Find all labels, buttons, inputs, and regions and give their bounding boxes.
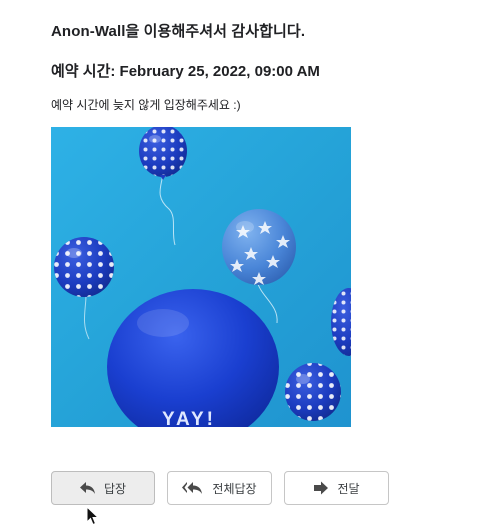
reply-label: 답장	[103, 481, 127, 496]
forward-button[interactable]: 전달	[284, 471, 389, 505]
reply-button[interactable]: 답장	[51, 471, 155, 505]
reply-all-button[interactable]: 전체답장	[167, 471, 272, 505]
reply-all-label: 전체답장	[212, 481, 257, 496]
reservation-time: 예약 시간: February 25, 2022, 09:00 AM	[51, 63, 320, 80]
mouse-pointer-icon	[86, 506, 100, 526]
forward-label: 전달	[337, 481, 360, 496]
thanks-heading: Anon-Wall을 이용해주셔서 감사합니다.	[51, 23, 306, 40]
balloon-image: YAY!	[51, 127, 351, 427]
notice-text: 예약 시간에 늦지 않게 입장해주세요 :)	[51, 98, 241, 112]
yay-balloon-text: YAY!	[162, 409, 216, 427]
reply-icon	[79, 481, 96, 495]
forward-icon	[313, 481, 329, 495]
reply-all-icon	[182, 481, 204, 495]
